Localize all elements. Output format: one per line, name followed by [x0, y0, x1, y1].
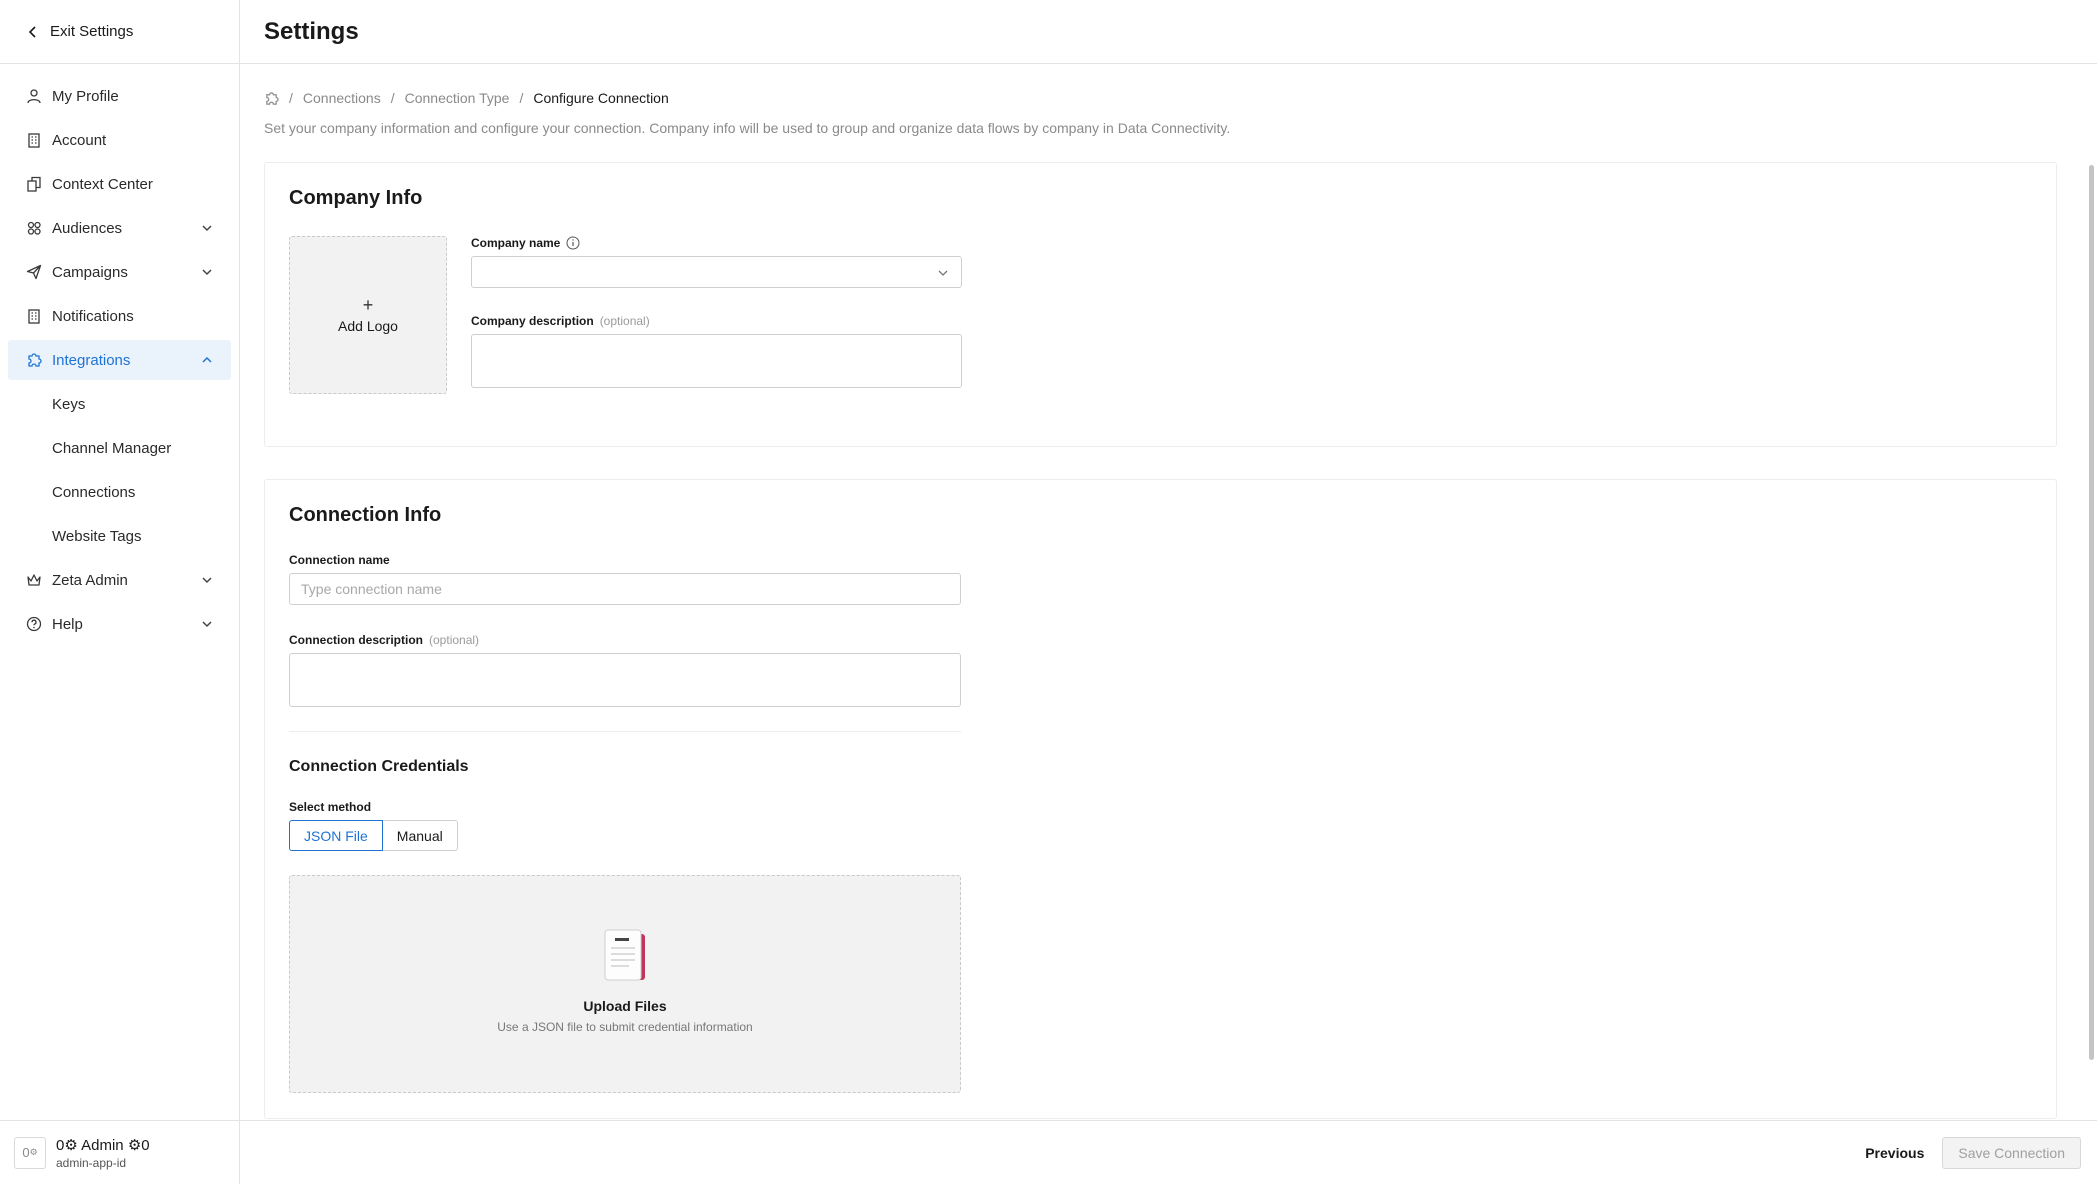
connection-description-field[interactable] — [289, 653, 961, 707]
breadcrumb-connection-type[interactable]: Connection Type — [405, 90, 510, 106]
sidebar-item-label: Integrations — [52, 351, 131, 369]
sidebar-item-label: Audiences — [52, 219, 123, 237]
documents-icon — [26, 176, 42, 192]
sidebar-subitem-website-tags[interactable]: Website Tags — [8, 516, 231, 556]
company-description-field[interactable] — [471, 334, 962, 388]
connection-credentials-title: Connection Credentials — [289, 758, 469, 775]
sidebar-item-campaigns[interactable]: Campaigns — [8, 252, 231, 292]
select-method-label-text: Select method — [289, 800, 372, 814]
crown-icon — [26, 572, 42, 588]
sidebar-nav: My Profile Account Context Center Audien… — [0, 64, 239, 644]
page-description: Set your company information and configu… — [264, 120, 1231, 136]
method-manual[interactable]: Manual — [382, 820, 458, 851]
sidebar-item-account[interactable]: Account — [8, 120, 231, 160]
sidebar-subitem-connections[interactable]: Connections — [8, 472, 231, 512]
chevron-down-icon — [938, 270, 948, 276]
company-name-select[interactable] — [471, 256, 962, 288]
method-toggle: JSON File Manual — [289, 820, 2032, 851]
user-id: admin-app-id — [56, 1155, 127, 1170]
breadcrumb-current: Configure Connection — [533, 90, 669, 106]
breadcrumb-separator: / — [519, 90, 524, 106]
chevron-left-icon — [28, 25, 36, 38]
sidebar-item-label: Account — [52, 131, 107, 149]
scrollbar[interactable] — [2085, 115, 2097, 1065]
puzzle-icon[interactable] — [264, 91, 279, 106]
help-icon — [26, 616, 42, 632]
connection-description-label: Connection description (optional) — [289, 633, 2032, 647]
scrollbar-thumb[interactable] — [2089, 165, 2094, 1060]
connection-description-label-text: Connection description — [289, 633, 424, 647]
sidebar-item-notifications[interactable]: Notifications — [8, 296, 231, 336]
send-icon — [26, 264, 42, 280]
sidebar-subitem-keys[interactable]: Keys — [8, 384, 231, 424]
user-icon — [26, 88, 42, 104]
avatar-text: 0 — [22, 1145, 30, 1160]
sidebar-item-context-center[interactable]: Context Center — [8, 164, 231, 204]
sidebar-item-zeta-admin[interactable]: Zeta Admin — [8, 560, 231, 600]
add-logo-button[interactable]: + Add Logo — [289, 236, 447, 394]
sidebar-item-label: Notifications — [52, 307, 134, 325]
company-info-title: Company Info — [289, 187, 423, 209]
plus-icon: + — [362, 295, 374, 315]
sidebar-item-audiences[interactable]: Audiences — [8, 208, 231, 248]
sidebar-item-label: Help — [52, 615, 83, 633]
chevron-down-icon — [202, 621, 212, 628]
exit-settings-label: Exit Settings — [50, 23, 134, 40]
company-description-label: Company description (optional) — [471, 314, 962, 328]
optional-tag: (optional) — [429, 633, 480, 647]
sidebar-item-label: My Profile — [52, 87, 119, 105]
user-name: 0⚙ Admin ⚙0 — [56, 1136, 150, 1154]
sidebar: Exit Settings My Profile Account Context… — [0, 0, 240, 1184]
method-json-file[interactable]: JSON File — [289, 820, 383, 851]
connection-name-input[interactable] — [289, 573, 961, 605]
page-title: Settings — [264, 17, 359, 45]
building-icon — [26, 308, 42, 324]
company-info-card: Company Info + Add Logo Company name Com… — [264, 162, 2057, 447]
company-name-label: Company name — [471, 236, 962, 250]
add-logo-label: Add Logo — [338, 318, 398, 334]
sidebar-item-label: Zeta Admin — [52, 571, 128, 589]
sidebar-subitem-channel-manager[interactable]: Channel Manager — [8, 428, 231, 468]
sidebar-item-integrations[interactable]: Integrations — [8, 340, 231, 380]
divider — [289, 731, 961, 732]
connection-info-title: Connection Info — [289, 504, 442, 526]
breadcrumb-separator: / — [289, 90, 293, 106]
avatar: 0 ⚙ — [14, 1136, 46, 1169]
chevron-down-icon — [202, 225, 212, 232]
connection-info-card: Connection Info Connection name Connecti… — [264, 479, 2057, 1119]
company-name-label-text: Company name — [471, 236, 561, 250]
upload-title: Upload Files — [583, 998, 667, 1014]
sidebar-item-label: Context Center — [52, 175, 153, 193]
sidebar-item-my-profile[interactable]: My Profile — [8, 76, 231, 116]
document-icon — [604, 929, 645, 981]
select-method-label: Select method — [289, 800, 2032, 814]
chevron-down-icon — [202, 269, 212, 276]
exit-settings-button[interactable]: Exit Settings — [0, 0, 239, 64]
breadcrumb: / Connections / Connection Type / Config… — [264, 90, 2073, 106]
breadcrumb-separator: / — [390, 90, 395, 106]
upload-dropzone[interactable]: Upload Files Use a JSON file to submit c… — [289, 875, 961, 1093]
user-menu[interactable]: 0 ⚙ 0⚙ Admin ⚙0 admin-app-id — [0, 1120, 240, 1184]
company-description-label-text: Company description — [471, 314, 594, 328]
building-icon — [26, 132, 42, 148]
info-icon[interactable] — [566, 236, 580, 250]
connection-name-label: Connection name — [289, 553, 2032, 567]
connection-name-label-text: Connection name — [289, 553, 390, 567]
previous-button[interactable]: Previous — [1865, 1145, 1924, 1161]
page-header: Settings — [240, 0, 2097, 64]
breadcrumb-connections[interactable]: Connections — [303, 90, 381, 106]
action-bar: Previous Save Connection — [240, 1120, 2097, 1184]
save-connection-button[interactable]: Save Connection — [1942, 1136, 2081, 1169]
optional-tag: (optional) — [599, 314, 650, 328]
chevron-up-icon — [202, 356, 212, 363]
audience-icon — [26, 220, 42, 236]
gear-icon: ⚙ — [29, 1147, 38, 1157]
sidebar-item-label: Campaigns — [52, 263, 128, 281]
puzzle-icon — [26, 352, 42, 368]
upload-hint: Use a JSON file to submit credential inf… — [497, 1020, 753, 1034]
sidebar-item-help[interactable]: Help — [8, 604, 231, 644]
chevron-down-icon — [202, 577, 212, 584]
main-content: / Connections / Connection Type / Config… — [240, 65, 2097, 1120]
